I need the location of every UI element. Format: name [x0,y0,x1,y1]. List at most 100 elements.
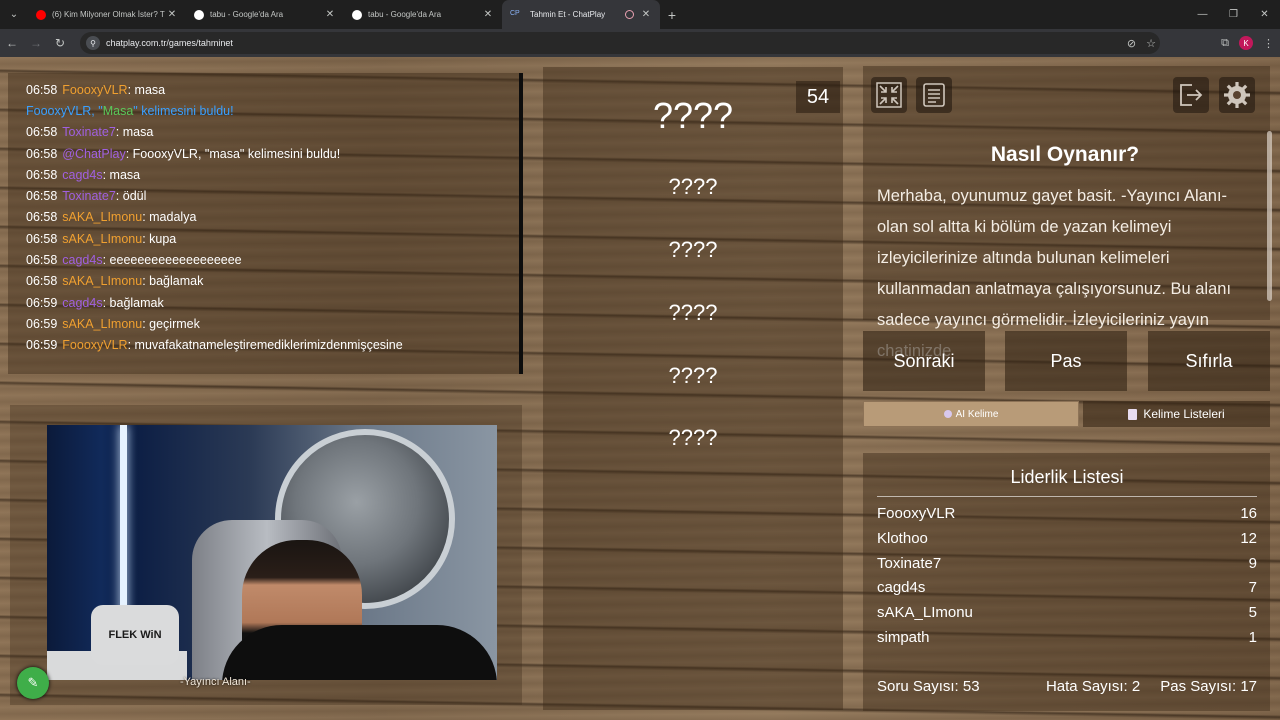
google-favicon-icon [194,9,204,20]
help-scrollbar[interactable] [1267,131,1272,301]
error-count: Hata Sayısı: 2 [1045,678,1141,695]
chat-text: : geçirmek [142,316,200,331]
tab-close-icon[interactable]: ✕ [482,9,494,20]
tab-close-icon[interactable]: ✕ [166,9,178,20]
question-count: Soru Sayısı: 53 [877,678,980,695]
forbidden-word: ???? [668,174,718,199]
player-name: Toxinate7 [877,554,942,572]
chat-username[interactable]: FoooxyVLR [62,338,127,352]
chat-username[interactable]: @ChatPlay [62,147,125,161]
ai-word-button[interactable]: AI Kelime [863,401,1079,427]
profile-avatar[interactable]: K [1239,36,1253,50]
google-favicon-icon [352,9,362,20]
chat-time: 06:59 [26,295,58,310]
target-word: ???? [652,95,734,136]
notepad-icon [1128,408,1138,420]
forward-icon[interactable]: → [24,29,48,57]
robot-icon [943,410,952,418]
chat-username[interactable]: sAKA_LImonu [62,317,142,331]
exit-arrow-icon [1180,84,1203,106]
chat-username[interactable]: cagd4s [62,168,102,182]
chat-username[interactable]: Toxinate7 [62,189,116,203]
game-page: 06:58 FoooxyVLR: masa FoooxyVLR, " Masa " ke… [0,57,1280,720]
close-window-icon[interactable]: ✕ [1249,0,1280,29]
streamer-area-label: -Yayıncı Alanı- [180,676,251,688]
chat-time: 06:58 [26,274,58,289]
player-score: 1 [1248,629,1257,646]
forbidden-word: ???? [668,237,718,262]
recording-indicator-icon [625,10,634,19]
player-score: 12 [1240,529,1257,547]
chat-message: 06:58 sAKA_LImonu: kupa [26,228,519,249]
chat-text: : ödül [115,189,147,204]
new-tab-icon[interactable]: + [660,7,684,23]
notes-button[interactable] [916,77,952,113]
chat-username[interactable]: sAKA_LImonu [62,274,142,288]
bookmark-star-icon[interactable]: ☆ [1146,37,1156,50]
restore-icon[interactable]: ❐ [1218,0,1249,29]
tab-close-icon[interactable]: ✕ [324,9,336,20]
minimize-view-button[interactable] [871,77,907,113]
chat-message: 06:58 Toxinate7: ödül [26,185,519,206]
word-lists-label: Kelime Listeleri [1143,407,1225,421]
chat-text: : eeeeeeeeeeeeeeeeeee [102,253,242,268]
chat-system-message: FoooxyVLR, " Masa " kelimesini buldu! [26,100,519,121]
chat-message: 06:58 Toxinate7: masa [26,122,519,143]
leaderboard-row: FoooxyVLR 16 [877,505,1257,522]
chat-username[interactable]: sAKA_LImonu [62,232,142,246]
chat-text: : bağlamak [102,295,164,310]
chat-message: 06:58 cagd4s: masa [26,164,519,185]
tab-close-icon[interactable]: ✕ [640,9,652,20]
chat-username[interactable]: cagd4s [62,296,102,310]
chat-time: 06:59 [26,338,58,353]
reset-button[interactable]: Sıfırla [1148,331,1270,391]
word-lists-button[interactable]: Kelime Listeleri [1083,401,1270,427]
chat-message: 06:59 cagd4s: bağlamak [26,292,519,313]
chat-text: : FoooxyVLR, "masa" kelimesini buldu! [125,146,341,161]
tab-title: Tahmin Et - ChatPlay [530,10,606,19]
chat-text: : madalya [142,210,197,225]
chat-text: : masa [115,125,154,140]
chat-message: 06:58 sAKA_LImonu: bağlamak [26,271,519,292]
chat-panel: 06:58 FoooxyVLR: masa FoooxyVLR, " Masa " ke… [8,73,523,374]
site-info-icon[interactable]: ⚲ [86,36,100,50]
minimize-icon[interactable]: — [1187,0,1218,29]
chat-message: 06:59 sAKA_LImonu: geçirmek [26,313,519,334]
extensions-icon[interactable]: ⧉ [1221,37,1229,50]
tab-title: tabu - Google'da Ara [368,10,442,19]
chat-message: 06:58 cagd4s: eeeeeeeeeeeeeeeeeee [26,249,519,270]
back-icon[interactable]: ← [0,29,24,57]
eye-off-icon[interactable]: ⊘ [1127,37,1136,50]
reload-icon[interactable]: ↻ [48,29,72,57]
chat-text: : masa [127,82,166,97]
chat-username[interactable]: Toxinate7 [62,125,116,139]
chat-username[interactable]: sAKA_LImonu [62,210,142,224]
chat-message: 06:58 sAKA_LImonu: madalya [26,207,519,228]
exit-button[interactable] [1173,77,1209,113]
chat-message: 06:58 @ChatPlay: FoooxyVLR, "masa" kelime… [26,143,519,164]
document-icon [923,83,945,107]
tab-title: tabu - Google'da Ara [210,10,284,19]
next-button[interactable]: Sonraki [863,331,985,391]
tab-2[interactable]: tabu - Google'da Ara ✕ [186,0,344,29]
menu-kebab-icon[interactable]: ⋮ [1263,37,1274,50]
chat-username[interactable]: FoooxyVLR [62,83,127,97]
tab-4-active[interactable]: CP Tahmin Et - ChatPlay ✕ [502,0,660,29]
player-name: sAKA_LImonu [877,604,973,622]
tab-3[interactable]: tabu - Google'da Ara ✕ [344,0,502,29]
player-name: cagd4s [877,579,926,597]
settings-button[interactable] [1219,77,1255,113]
tab-search-icon[interactable]: ⌄ [0,0,28,29]
chat-message: 06:58 FoooxyVLR: masa [26,79,519,100]
chat-username[interactable]: cagd4s [62,253,102,267]
pass-button[interactable]: Pas [1005,331,1127,391]
chat-text: : bağlamak [142,274,204,289]
chat-text: : masa [102,167,141,182]
pencil-tool-button[interactable]: ✎ [17,667,49,699]
tab-1[interactable]: (6) Kim Milyoner Olmak İster? T ✕ [28,0,186,29]
leaderboard-title: Liderlik Listesi [877,467,1257,497]
pillow: FLEK WiN [91,605,179,665]
address-bar[interactable]: ⚲ chatplay.com.tr/games/tahminet ⊘ ☆ [80,32,1160,54]
player-score: 16 [1240,505,1257,522]
found-word: Masa [102,103,134,118]
